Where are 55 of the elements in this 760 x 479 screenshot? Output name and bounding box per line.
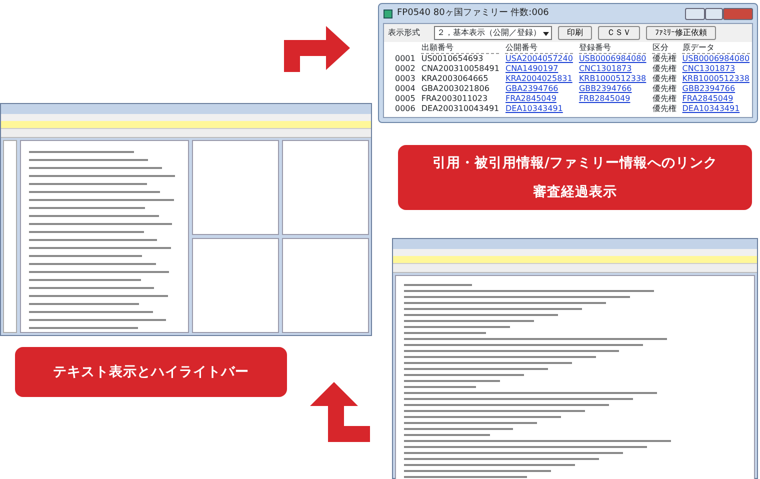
row-number: 0001 (395, 54, 416, 63)
elbow-arrow-icon (308, 382, 372, 444)
column-header: 区分 (649, 42, 680, 53)
close-button[interactable] (723, 8, 753, 20)
csv-button[interactable]: ＣＳＶ (598, 26, 640, 40)
row-number: 0006 (395, 104, 416, 113)
source-data-link[interactable]: USB0006984080 (682, 54, 750, 63)
caption-text: テキスト表示とハイライトバー (52, 362, 250, 382)
publication-number-link[interactable]: FRA2845049 (505, 94, 556, 103)
caption-text: 引用・被引用情報/ファミリー情報へのリンク (432, 154, 718, 174)
registration-number-link[interactable]: GBB2394766 (578, 84, 632, 93)
application-number: FRA2003011023 (421, 94, 488, 103)
column-header: 原データ (679, 42, 753, 53)
caption-text: 審査経過表示 (532, 182, 618, 202)
print-button[interactable]: 印刷 (558, 26, 592, 40)
registration-number-link[interactable]: CNC1301873 (578, 64, 632, 73)
column-header: 出願番号 (418, 42, 502, 53)
category-text: 優先権 (652, 54, 676, 63)
display-format-label: 表示形式 (388, 27, 420, 39)
application-number: KRA2003064665 (421, 74, 488, 83)
publication-number-link[interactable]: KRA2004025831 (505, 74, 572, 83)
category-text: 優先権 (652, 94, 676, 103)
publication-number-link[interactable]: DEA10343491 (505, 104, 563, 113)
publication-number-link[interactable]: GBA2394766 (505, 84, 558, 93)
publication-number-link[interactable]: CNA1490197 (505, 64, 558, 73)
category-text: 優先権 (652, 84, 676, 93)
column-header: 登録番号 (576, 42, 650, 53)
application-number: CNA200310058491 (421, 64, 500, 73)
row-number: 0003 (395, 74, 416, 83)
registration-number-link[interactable]: FRB2845049 (578, 94, 630, 103)
row-number: 0004 (395, 84, 416, 93)
application-number: GBA2003021806 (421, 84, 490, 93)
category-text: 優先権 (652, 104, 676, 113)
registration-number-link[interactable]: KRB1000512338 (578, 74, 646, 83)
category-text: 優先権 (652, 74, 676, 83)
family-correction-button[interactable]: ﾌｧﾐﾘｰ修正依頼 (646, 26, 716, 40)
app-icon (383, 8, 393, 18)
source-data-link[interactable]: FRA2845049 (682, 94, 734, 103)
caret-icon (543, 30, 549, 36)
maximize-button[interactable] (705, 8, 723, 20)
publication-number-link[interactable]: USA2004057240 (505, 54, 573, 63)
row-number: 0002 (395, 64, 416, 73)
column-header: 公開番号 (502, 42, 576, 53)
window-title: FP0540 80ヶ国ファミリー 件数:006 (397, 6, 549, 20)
category-text: 優先権 (652, 64, 676, 73)
application-number: US0010654693 (421, 54, 484, 63)
source-data-link[interactable]: DEA10343491 (682, 104, 740, 113)
source-data-link[interactable]: CNC1301873 (682, 64, 736, 73)
source-data-link[interactable]: KRB1000512338 (682, 74, 750, 83)
display-format-select[interactable]: ２，基本表示（公開／登録） (434, 26, 552, 40)
registration-number-link[interactable]: USB0006984080 (578, 54, 646, 63)
minimize-button[interactable] (685, 8, 705, 20)
row-number: 0005 (395, 94, 416, 103)
application-number: DEA200310043491 (421, 104, 500, 113)
source-data-link[interactable]: GBB2394766 (682, 84, 736, 93)
